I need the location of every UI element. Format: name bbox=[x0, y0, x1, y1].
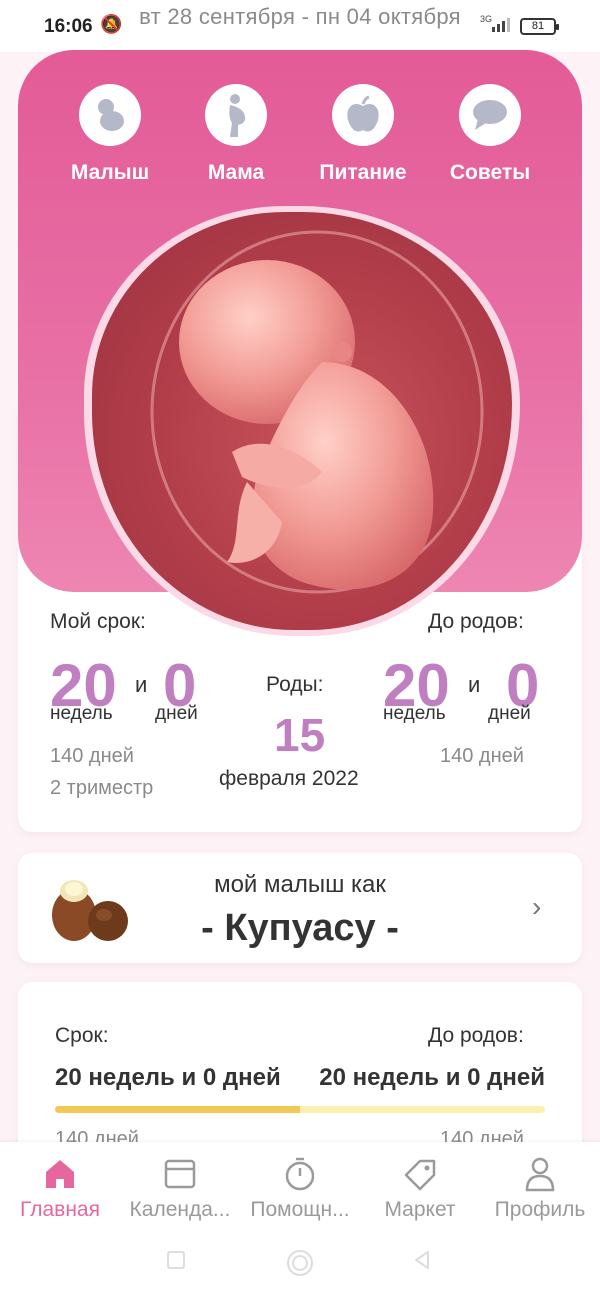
category-nutrition[interactable]: Питание bbox=[303, 84, 423, 185]
and-text: и bbox=[135, 672, 148, 697]
bottom-navigation: Главная Календа... Помощн... Маркет Проф… bbox=[0, 1142, 600, 1299]
days-unit: дней bbox=[488, 703, 531, 724]
baby-size-card[interactable]: мой малыш как - Купуасу - › bbox=[18, 853, 582, 963]
progress-fill bbox=[55, 1106, 300, 1113]
my-term-label: Мой срок: bbox=[50, 610, 146, 633]
and-text: и bbox=[468, 672, 481, 697]
term-value: 20 недель и 0 дней bbox=[55, 1064, 281, 1091]
birth-day: 15 bbox=[274, 709, 326, 761]
pregnant-woman-icon bbox=[205, 84, 267, 146]
until-birth-label: До родов: bbox=[428, 610, 524, 633]
term-label: Срок: bbox=[55, 1024, 109, 1047]
baby-size-fruit: - Купуасу - bbox=[201, 907, 399, 949]
status-bar: 16:06 🔕 вт 28 сентября - пн 04 октября 3… bbox=[0, 0, 600, 52]
nav-label: Главная bbox=[20, 1198, 100, 1221]
apple-icon bbox=[332, 84, 394, 146]
back-button[interactable] bbox=[412, 1250, 432, 1275]
nav-label: Маркет bbox=[384, 1198, 456, 1221]
profile-icon bbox=[480, 1154, 600, 1194]
category-tips[interactable]: Советы bbox=[430, 84, 550, 185]
category-label: Советы bbox=[449, 161, 531, 184]
trimester: 2 триместр bbox=[50, 777, 154, 799]
recent-apps-button[interactable] bbox=[166, 1250, 186, 1275]
timer-icon bbox=[240, 1154, 360, 1194]
baby-icon bbox=[79, 84, 141, 146]
chevron-right-icon: › bbox=[532, 891, 542, 922]
signal-icon bbox=[492, 16, 512, 32]
home-icon bbox=[0, 1154, 120, 1194]
until-birth-value: 20 недель и 0 дней bbox=[319, 1064, 545, 1091]
battery-icon: 81 bbox=[520, 18, 559, 35]
days-unit: дней bbox=[155, 703, 198, 724]
weeks-unit: недель bbox=[383, 703, 446, 724]
embryo-image[interactable] bbox=[92, 212, 512, 630]
tag-icon bbox=[360, 1154, 480, 1194]
nav-calendar[interactable]: Календа... bbox=[120, 1154, 240, 1222]
nav-label: Календа... bbox=[129, 1198, 231, 1221]
network-type: 3G bbox=[480, 14, 493, 24]
until-total-days: 140 дней bbox=[440, 745, 524, 767]
nav-home[interactable]: Главная bbox=[0, 1154, 120, 1222]
app-screen: 16:06 🔕 вт 28 сентября - пн 04 октября 3… bbox=[0, 0, 600, 1299]
total-days: 140 дней bbox=[50, 745, 134, 767]
until-birth-label: До родов: bbox=[428, 1024, 524, 1047]
category-label: Мама bbox=[207, 161, 265, 184]
calendar-icon bbox=[120, 1154, 240, 1194]
nav-assistant[interactable]: Помощн... bbox=[240, 1154, 360, 1222]
baby-size-title: мой малыш как bbox=[214, 871, 386, 898]
chat-bubble-icon bbox=[459, 84, 521, 146]
nav-label: Помощн... bbox=[250, 1198, 350, 1221]
pregnancy-progress-bar bbox=[55, 1106, 545, 1113]
home-button[interactable] bbox=[285, 1248, 315, 1283]
category-label: Питание bbox=[319, 161, 407, 184]
nav-profile[interactable]: Профиль bbox=[480, 1154, 600, 1222]
category-label: Малыш bbox=[70, 161, 150, 184]
nav-market[interactable]: Маркет bbox=[360, 1154, 480, 1222]
weeks-unit: недель bbox=[50, 703, 113, 724]
birth-month-year: февраля 2022 bbox=[219, 767, 359, 790]
category-mom[interactable]: Мама bbox=[176, 84, 296, 185]
nav-label: Профиль bbox=[494, 1198, 586, 1221]
category-baby[interactable]: Малыш bbox=[50, 84, 170, 185]
birth-label: Роды: bbox=[266, 673, 324, 696]
